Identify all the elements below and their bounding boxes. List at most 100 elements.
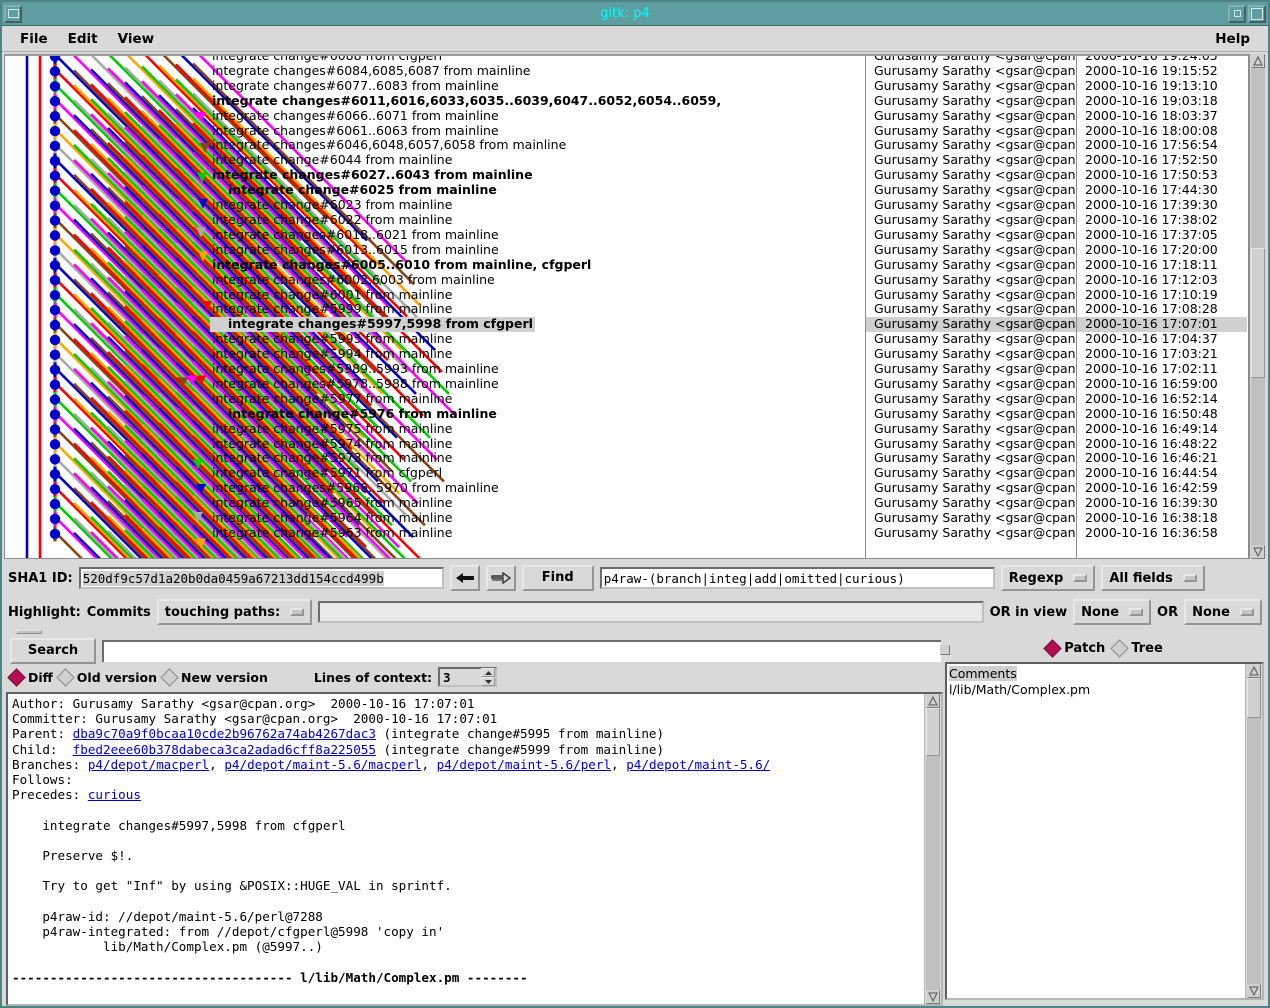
- commit-row-subject[interactable]: integrate change#5975 from mainline: [210, 422, 865, 437]
- commit-row-subject[interactable]: integrate changes#6018..6021 from mainli…: [210, 228, 865, 243]
- commit-graph-pane[interactable]: integrate change#6088 from cfgperlintegr…: [5, 56, 865, 558]
- commit-row-subject[interactable]: integrate change#5994 from mainline: [210, 347, 865, 362]
- minimize-icon[interactable]: [1228, 4, 1246, 23]
- commit-row-author[interactable]: Gurusamy Sarathy <gsar@cpan: [866, 317, 1076, 333]
- commit-row-subject[interactable]: integrate changes#6077..6083 from mainli…: [210, 79, 865, 94]
- file-scroll-up-icon[interactable]: [1247, 664, 1261, 678]
- find-button[interactable]: Find: [521, 565, 594, 591]
- search-input[interactable]: [102, 640, 941, 662]
- details-scroll-up-icon[interactable]: [926, 694, 940, 708]
- search-button[interactable]: Search: [10, 638, 96, 664]
- radio-tree[interactable]: Tree: [1110, 638, 1163, 658]
- commit-row-date[interactable]: 2000-10-16 16:39:30: [1077, 496, 1247, 511]
- field-scope-dropdown[interactable]: All fields: [1101, 565, 1205, 591]
- detail-link[interactable]: fbed2eee60b378dabeca3ca2adad6cff8a225055: [73, 742, 376, 757]
- file-list-item[interactable]: Comments: [949, 666, 1245, 682]
- sha1-input[interactable]: 520df9c57d1a20b0da0459a67213dd154ccd499b: [78, 567, 444, 589]
- commit-row-subject[interactable]: integrate change#5999 from mainline: [210, 302, 865, 317]
- commit-row-date[interactable]: 2000-10-16 16:42:59: [1077, 481, 1247, 496]
- commit-row-date[interactable]: 2000-10-16 17:02:11: [1077, 362, 1247, 377]
- commit-row-date[interactable]: 2000-10-16 18:03:37: [1077, 109, 1247, 124]
- commit-row-author[interactable]: Gurusamy Sarathy <gsar@cpan: [866, 288, 1076, 303]
- file-list-item[interactable]: l/lib/Math/Complex.pm: [949, 682, 1245, 698]
- commit-row-author[interactable]: Gurusamy Sarathy <gsar@cpan: [866, 168, 1076, 183]
- commit-row-date[interactable]: 2000-10-16 16:36:58: [1077, 526, 1247, 541]
- commit-row-date[interactable]: 2000-10-16 17:04:37: [1077, 332, 1247, 347]
- commit-row-subject[interactable]: integrate change#6088 from cfgperl: [210, 56, 865, 64]
- commit-row-date[interactable]: 2000-10-16 17:38:02: [1077, 213, 1247, 228]
- commit-row-date[interactable]: 2000-10-16 17:37:05: [1077, 228, 1247, 243]
- forward-button[interactable]: [485, 565, 516, 591]
- commit-row-subject[interactable]: integrate change#5973 from mainline: [210, 451, 865, 466]
- commit-row-author[interactable]: Gurusamy Sarathy <gsar@cpan: [866, 392, 1076, 407]
- commit-row-author[interactable]: Gurusamy Sarathy <gsar@cpan: [866, 526, 1076, 541]
- radio-diff[interactable]: Diff: [7, 667, 53, 687]
- commit-row-date[interactable]: 2000-10-16 17:10:19: [1077, 288, 1247, 303]
- commit-row-author[interactable]: Gurusamy Sarathy <gsar@cpan: [866, 109, 1076, 124]
- commit-row-author[interactable]: Gurusamy Sarathy <gsar@cpan: [866, 213, 1076, 228]
- find-input[interactable]: p4raw-(branch|integ|add|omitted|curious): [599, 567, 995, 589]
- stepper-arrows[interactable]: [481, 668, 496, 686]
- commit-row-author[interactable]: Gurusamy Sarathy <gsar@cpan: [866, 451, 1076, 466]
- commit-row-author[interactable]: Gurusamy Sarathy <gsar@cpan: [866, 273, 1076, 288]
- commit-row-subject[interactable]: integrate change#6023 from mainline: [210, 198, 865, 213]
- commit-row-date[interactable]: 2000-10-16 17:52:50: [1077, 153, 1247, 168]
- commit-row-author[interactable]: Gurusamy Sarathy <gsar@cpan: [866, 377, 1076, 392]
- commit-row-subject[interactable]: integrate change#5963 from mainline: [210, 526, 865, 541]
- commit-row-date[interactable]: 2000-10-16 17:07:01: [1077, 317, 1247, 333]
- commit-row-author[interactable]: Gurusamy Sarathy <gsar@cpan: [866, 124, 1076, 139]
- commit-row-author[interactable]: Gurusamy Sarathy <gsar@cpan: [866, 437, 1076, 452]
- commit-row-author[interactable]: Gurusamy Sarathy <gsar@cpan: [866, 79, 1076, 94]
- radio-old-version[interactable]: Old version: [56, 667, 157, 687]
- commit-author-pane[interactable]: Gurusamy Sarathy <gsar@cpan Gurusamy Sara…: [866, 56, 1076, 558]
- file-list[interactable]: Comments l/lib/Math/Complex.pm: [945, 662, 1264, 1000]
- commit-row-author[interactable]: Gurusamy Sarathy <gsar@cpan: [866, 198, 1076, 213]
- detail-link[interactable]: p4/depot/maint-5.6/macperl: [224, 757, 421, 772]
- commit-row-date[interactable]: 2000-10-16 19:15:52: [1077, 64, 1247, 79]
- commit-row-date[interactable]: 2000-10-16 17:18:11: [1077, 258, 1247, 273]
- details-scrollbar-track[interactable]: [926, 708, 940, 990]
- scrollbar-thumb[interactable]: [1251, 248, 1265, 378]
- commit-row-subject[interactable]: integrate change#5971 from cfgperl: [210, 466, 865, 481]
- menu-edit[interactable]: Edit: [58, 29, 108, 49]
- detail-link[interactable]: p4/depot/macperl: [88, 757, 209, 772]
- menu-file[interactable]: File: [10, 29, 58, 49]
- commit-row-subject[interactable]: integrate change#5974 from mainline: [210, 437, 865, 452]
- scroll-down-arrow-icon[interactable]: [1251, 545, 1265, 559]
- window-menu-button[interactable]: [4, 4, 22, 23]
- commit-row-subject[interactable]: integrate change#5964 from mainline: [210, 511, 865, 526]
- match-mode-dropdown[interactable]: Regexp: [1000, 565, 1096, 591]
- file-list-scrollbar[interactable]: [1245, 664, 1262, 998]
- commit-row-author[interactable]: Gurusamy Sarathy <gsar@cpan: [866, 258, 1076, 273]
- commit-row-date[interactable]: 2000-10-16 19:13:10: [1077, 79, 1247, 94]
- commit-row-author[interactable]: Gurusamy Sarathy <gsar@cpan: [866, 362, 1076, 377]
- commit-row-author[interactable]: Gurusamy Sarathy <gsar@cpan: [866, 496, 1076, 511]
- commit-row-date[interactable]: 2000-10-16 16:38:18: [1077, 511, 1247, 526]
- commit-row-subject[interactable]: integrate changes#6011,6016,6033,6035..6…: [210, 94, 865, 109]
- commit-row-date[interactable]: 2000-10-16 16:50:48: [1077, 407, 1247, 422]
- maximize-icon[interactable]: [1248, 4, 1266, 23]
- highlight-mode-dropdown[interactable]: touching paths:: [156, 599, 313, 625]
- commit-row-author[interactable]: Gurusamy Sarathy <gsar@cpan: [866, 243, 1076, 258]
- commit-row-date[interactable]: 2000-10-16 17:56:54: [1077, 138, 1247, 153]
- details-scrollbar[interactable]: [924, 694, 941, 1004]
- commit-row-subject[interactable]: integrate changes#6002,6003 from mainlin…: [210, 273, 865, 288]
- commit-row-date[interactable]: 2000-10-16 16:59:00: [1077, 377, 1247, 392]
- commit-row-subject[interactable]: integrate changes#6084,6085,6087 from ma…: [210, 64, 865, 79]
- commit-row-subject[interactable]: integrate change#6001 from mainline: [210, 288, 865, 303]
- commit-row-subject[interactable]: integrate changes#6027..6043 from mainli…: [210, 168, 865, 183]
- commit-row-author[interactable]: Gurusamy Sarathy <gsar@cpan: [866, 153, 1076, 168]
- commit-row-author[interactable]: Gurusamy Sarathy <gsar@cpan: [866, 302, 1076, 317]
- file-scroll-down-icon[interactable]: [1247, 984, 1261, 998]
- stepper-down-icon[interactable]: [481, 677, 496, 686]
- commit-row-author[interactable]: Gurusamy Sarathy <gsar@cpan: [866, 56, 1076, 64]
- commit-row-subject[interactable]: integrate changes#6013..6015 from mainli…: [210, 243, 865, 258]
- detail-link[interactable]: p4/depot/maint-5.6/: [626, 757, 770, 772]
- commit-row-date[interactable]: 2000-10-16 16:44:54: [1077, 466, 1247, 481]
- file-scrollbar-thumb[interactable]: [1247, 678, 1261, 718]
- highlight-second-dropdown[interactable]: None: [1184, 599, 1262, 625]
- stepper-up-icon[interactable]: [481, 668, 496, 677]
- detail-link[interactable]: dba9c70a9f0bcaa10cde2b96762a74ab4267dac3: [73, 726, 376, 741]
- commit-row-author[interactable]: Gurusamy Sarathy <gsar@cpan: [866, 407, 1076, 422]
- commit-row-subject[interactable]: integrate change#6044 from mainline: [210, 153, 865, 168]
